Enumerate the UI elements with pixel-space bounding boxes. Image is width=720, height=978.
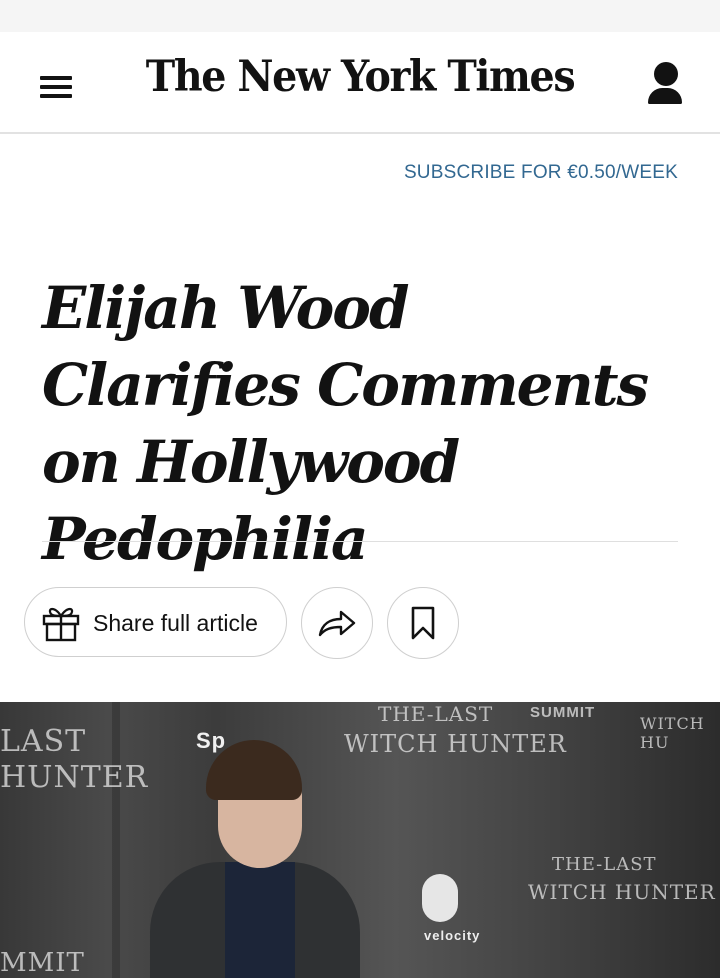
share-arrow-icon xyxy=(318,610,356,637)
share-button-label: Share full article xyxy=(93,610,258,636)
share-full-article-button[interactable]: Share full article xyxy=(24,587,287,657)
backdrop-text: WITCH HUNTER xyxy=(344,730,567,758)
subscribe-link[interactable]: SUBSCRIBE FOR €0.50/WEEK xyxy=(404,162,678,184)
backdrop-text: Sp xyxy=(196,728,227,753)
divider xyxy=(42,541,678,542)
backdrop-text: MMIT xyxy=(0,948,85,978)
backdrop-text: LAST xyxy=(0,724,87,759)
backdrop-text: WITCH HUNTER xyxy=(528,880,716,904)
bookmark-icon xyxy=(411,606,435,640)
backdrop-text: SUMMIT xyxy=(530,704,596,721)
masthead: The New York Times xyxy=(0,32,720,134)
backdrop-text: THE-LAST xyxy=(378,702,494,726)
status-strip xyxy=(0,0,720,32)
share-arrow-button[interactable] xyxy=(301,587,373,659)
gift-icon xyxy=(42,607,80,642)
nyt-logo[interactable]: The New York Times xyxy=(29,52,691,102)
person-shirt xyxy=(225,862,295,978)
backdrop-text: HUNTER xyxy=(0,760,149,795)
article-headline: Elijah Wood Clarifies Comments on Hollyw… xyxy=(42,274,649,573)
backdrop-text: WITCH HU xyxy=(640,714,705,752)
user-account-icon[interactable] xyxy=(646,62,684,108)
bookmark-button[interactable] xyxy=(387,587,459,659)
article-photo[interactable]: LAST HUNTER MMIT THE-LAST WITCH HUNTER S… xyxy=(0,702,720,978)
backdrop-text: THE-LAST xyxy=(552,854,657,875)
velocity-logo-mark xyxy=(422,874,458,922)
backdrop-text: velocity xyxy=(424,928,481,943)
